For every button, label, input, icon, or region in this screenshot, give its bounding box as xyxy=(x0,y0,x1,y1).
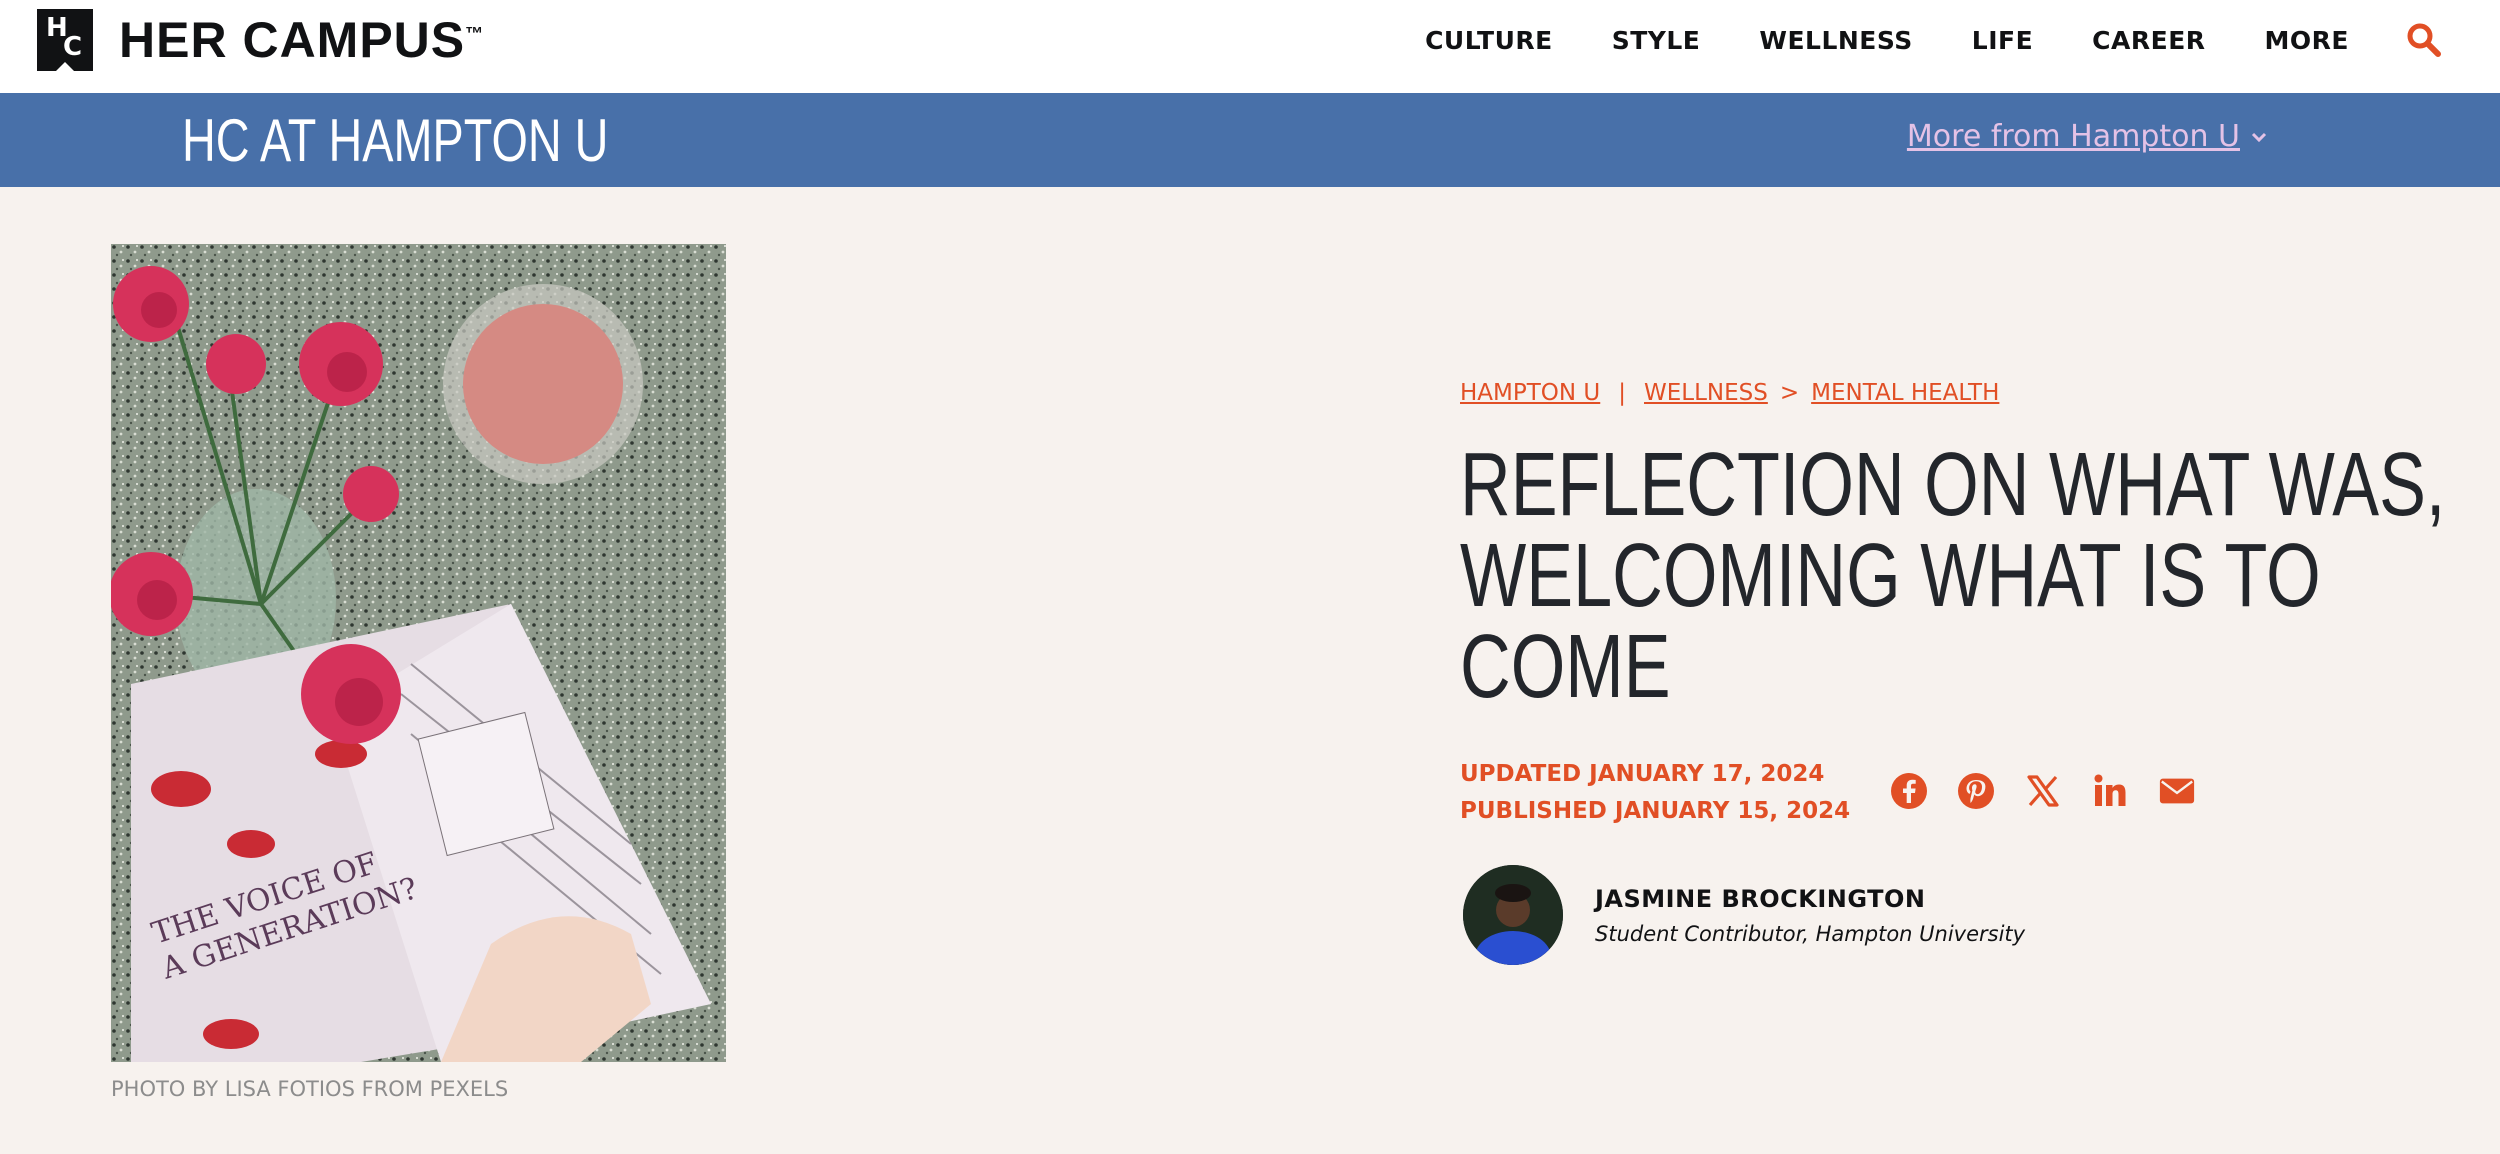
chevron-down-icon xyxy=(2251,132,2267,142)
logo-letter-c: C xyxy=(63,32,83,62)
nav-culture[interactable]: CULTURE xyxy=(1425,26,1553,55)
nav-style[interactable]: STYLE xyxy=(1612,26,1701,55)
search-button[interactable] xyxy=(2404,20,2444,60)
share-linkedin-button[interactable] xyxy=(2091,772,2129,810)
email-icon xyxy=(2159,778,2195,804)
published-date: PUBLISHED JANUARY 15, 2024 xyxy=(1460,798,1851,824)
nav-life[interactable]: LIFE xyxy=(1972,26,2033,55)
breadcrumb-section[interactable]: WELLNESS xyxy=(1644,380,1768,406)
trademark: ™ xyxy=(465,23,485,44)
hero-image: THE VOICE OF A GENERATION? xyxy=(111,244,726,1062)
author-name[interactable]: JASMINE BROCKINGTON xyxy=(1595,885,2025,913)
search-icon xyxy=(2407,23,2441,57)
share-buttons xyxy=(1890,772,2196,810)
article-title: REFLECTION ON WHAT WAS, WELCOMING WHAT I… xyxy=(1460,435,2446,717)
author-info: JASMINE BROCKINGTON Student Contributor,… xyxy=(1595,885,2025,946)
more-from-link[interactable]: More from Hampton U xyxy=(1907,119,2240,154)
more-from-dropdown[interactable]: More from Hampton U xyxy=(1907,119,2268,154)
nav-more[interactable]: MORE xyxy=(2265,26,2349,55)
logo-name: HER CAMPUS xyxy=(119,12,466,68)
hc-logo-mark: H C xyxy=(37,9,93,72)
breadcrumb-school[interactable]: HAMPTON U xyxy=(1460,380,1600,406)
x-icon xyxy=(2027,775,2059,807)
photo-caption: PHOTO BY LISA FOTIOS FROM PEXELS xyxy=(111,1077,509,1101)
logo-wordmark: HER CAMPUS™ xyxy=(119,11,484,69)
author-role: Student Contributor, Hampton University xyxy=(1595,921,2026,946)
pinterest-icon xyxy=(1958,773,1994,809)
linkedin-icon xyxy=(2094,774,2126,806)
facebook-icon xyxy=(1891,773,1927,809)
author-photo xyxy=(1463,865,1563,965)
article-title-line: WELCOMING WHAT IS TO xyxy=(1460,526,2321,626)
top-navigation: H C HER CAMPUS™ CULTURE STYLE WELLNESS L… xyxy=(0,0,2500,93)
updated-date: UPDATED JANUARY 17, 2024 xyxy=(1460,761,1825,787)
share-x-button[interactable] xyxy=(2024,772,2062,810)
share-pinterest-button[interactable] xyxy=(1957,772,1995,810)
breadcrumb-subsection[interactable]: MENTAL HEALTH xyxy=(1811,380,1999,406)
breadcrumb-separator: | xyxy=(1618,380,1626,406)
article-title-line: COME xyxy=(1460,617,1671,717)
share-facebook-button[interactable] xyxy=(1890,772,1928,810)
her-campus-logo[interactable]: H C HER CAMPUS™ xyxy=(37,9,484,72)
nav-career[interactable]: CAREER xyxy=(2092,26,2205,55)
chapter-title[interactable]: HC AT HAMPTON U xyxy=(182,106,608,175)
breadcrumb: HAMPTON U | WELLNESS > MENTAL HEALTH xyxy=(1460,380,1999,406)
hero-photo-illustration: THE VOICE OF A GENERATION? xyxy=(111,244,726,1062)
avatar[interactable] xyxy=(1463,865,1563,965)
share-email-button[interactable] xyxy=(2158,772,2196,810)
breadcrumb-arrow: > xyxy=(1779,380,1800,406)
article-title-line: REFLECTION ON WHAT WAS, xyxy=(1460,435,2446,535)
chapter-bar: HC AT HAMPTON U More from Hampton U xyxy=(0,93,2500,187)
article-dates: UPDATED JANUARY 17, 2024 PUBLISHED JANUA… xyxy=(1460,756,1850,830)
nav-wellness[interactable]: WELLNESS xyxy=(1759,26,1912,55)
author-byline: JASMINE BROCKINGTON Student Contributor,… xyxy=(1463,865,2025,965)
main-menu: CULTURE STYLE WELLNESS LIFE CAREER MORE xyxy=(1366,20,2444,60)
